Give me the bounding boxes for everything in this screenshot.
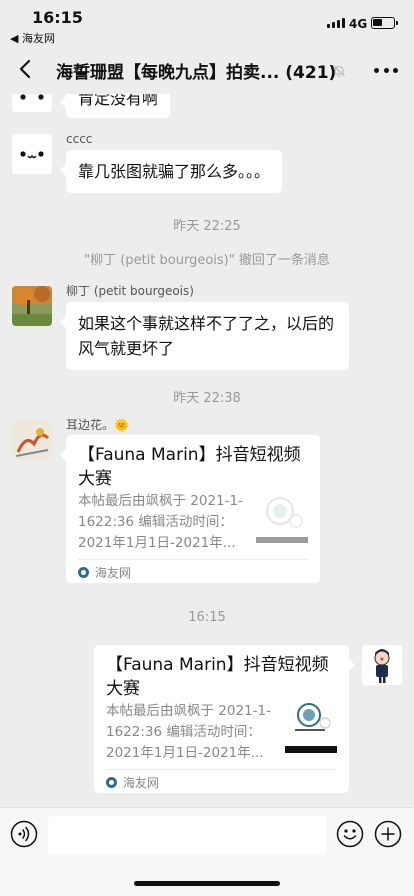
avatar[interactable] [12, 420, 52, 460]
link-card[interactable]: 【Fauna Marin】抖音短视频大赛 本帖最后由飒枫于 2021-1-162… [60, 435, 320, 583]
plus-icon[interactable] [374, 820, 402, 848]
timestamp: 昨天 22:25 [173, 219, 241, 234]
avatar[interactable] [12, 134, 52, 174]
emoji-icon[interactable] [336, 820, 364, 848]
card-title: 【Fauna Marin】抖音短视频大赛 [78, 445, 301, 489]
source-logo-icon [78, 567, 89, 578]
chevron-left-icon[interactable] [14, 57, 38, 81]
message-bubble[interactable]: 如果这个事就这样不了了之，以后的风气就更坏了 [60, 302, 349, 370]
message-text: 如果这个事就这样不了了之，以后的风气就更坏了 [78, 314, 335, 358]
card-source-label: 海友网 [95, 566, 132, 580]
link-card[interactable]: 【Fauna Marin】抖音短视频大赛 本帖最后由飒枫于 2021-1-162… [94, 645, 355, 793]
chat-header: 海誓珊盟【每晚九点】拍卖... (421) [0, 46, 414, 94]
card-divider [78, 559, 308, 560]
card-source-label: 海友网 [123, 776, 160, 790]
battery-icon [371, 17, 398, 29]
message-bubble[interactable]: 肯定没有啊 [59, 94, 171, 118]
home-indicator[interactable] [134, 881, 280, 886]
message-text: 靠几张图就骗了那么多。。。 [78, 162, 271, 181]
card-thumbnail-image [285, 701, 337, 753]
sender-name: cccc [66, 132, 93, 146]
network-type: 4G [349, 17, 368, 31]
status-time: 16:15 [32, 8, 83, 27]
card-description: 本帖最后由飒枫于 2021-1-1622:36 编辑活动时间：2021年1月1日… [78, 493, 243, 551]
chat-title: 海誓珊盟【每晚九点】拍卖... (421) [56, 63, 337, 83]
card-thumbnail-image [256, 491, 308, 543]
voice-icon[interactable] [10, 820, 38, 848]
timestamp: 16:15 [188, 610, 226, 625]
card-divider [106, 769, 337, 770]
signal-icon [327, 18, 345, 28]
card-title: 【Fauna Marin】抖音短视频大赛 [106, 655, 329, 699]
source-logo-icon [106, 777, 117, 788]
avatar[interactable] [362, 645, 402, 685]
sender-name: 柳丁 (petit bourgeois) [66, 284, 194, 298]
status-bar: 16:15 ◀ 海友网 4G [0, 0, 414, 46]
avatar[interactable] [12, 94, 52, 112]
recall-notice: "柳丁 (petit bourgeois)" 撤回了一条消息 [84, 253, 330, 268]
mute-bell-icon [333, 65, 345, 77]
message-text: 肯定没有啊 [78, 94, 159, 108]
message-input[interactable] [48, 816, 326, 854]
message-list[interactable]: 肯定没有啊 cccc 靠几张图就骗了那么多。。。 昨天 22:25 "柳丁 (p… [0, 94, 414, 807]
more-dots-icon[interactable] [374, 58, 398, 82]
timestamp: 昨天 22:38 [173, 391, 241, 406]
avatar[interactable] [12, 286, 52, 326]
message-bubble[interactable]: 靠几张图就骗了那么多。。。 [59, 150, 283, 193]
back-to-app-link[interactable]: ◀ 海友网 [10, 30, 55, 46]
card-source: 海友网 [78, 564, 131, 581]
card-description: 本帖最后由飒枫于 2021-1-1622:36 编辑活动时间：2021年1月1日… [106, 703, 271, 761]
sender-name: 耳边花。🌞 [66, 418, 129, 432]
card-source: 海友网 [106, 774, 159, 791]
